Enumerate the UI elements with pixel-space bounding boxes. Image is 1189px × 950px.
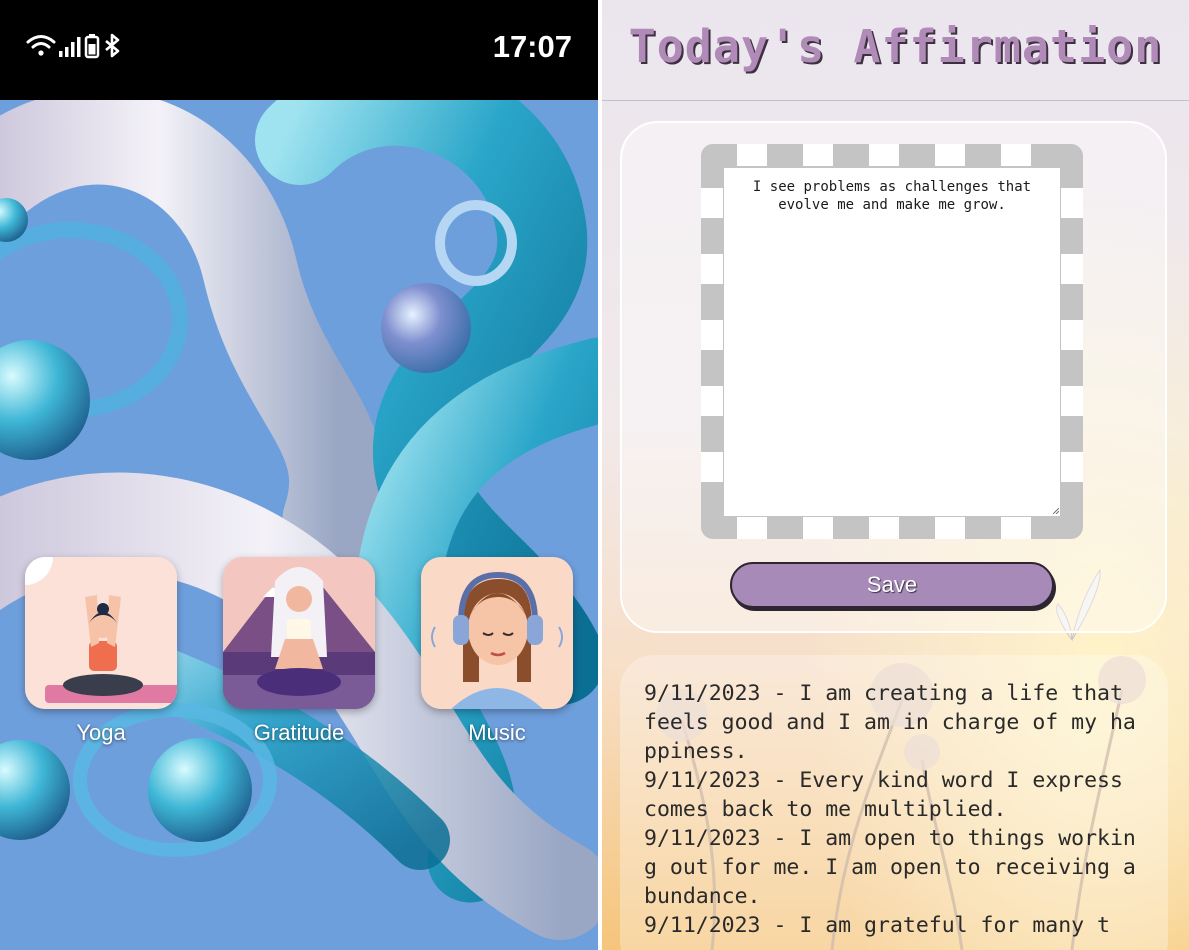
status-icons <box>26 33 120 59</box>
app-label-gratitude[interactable]: Gratitude <box>219 720 379 746</box>
signal-icon <box>59 37 81 57</box>
app-icon-music[interactable] <box>421 557 573 709</box>
history-entry: 9/11/2023 - I am open to things working … <box>644 826 1136 909</box>
save-button[interactable]: Save <box>730 562 1054 608</box>
affirmation-app: Today's Affirmation I see problems as ch… <box>602 0 1189 950</box>
battery-icon <box>84 34 100 59</box>
affirmation-history-list: 9/11/2023 - I am creating a life that fe… <box>644 679 1146 940</box>
bluetooth-icon <box>105 33 120 58</box>
history-entry: 9/11/2023 - Every kind word I express co… <box>644 768 1123 822</box>
screen: 17:07 Yoga Gratitude Music Today's Affir… <box>0 0 1189 950</box>
home-wallpaper <box>0 100 598 950</box>
history-entry: 9/11/2023 - I am creating a life that fe… <box>644 681 1136 764</box>
app-icon-gratitude[interactable] <box>223 557 375 709</box>
affirmation-textarea[interactable]: I see problems as challenges that evolve… <box>724 168 1060 516</box>
page-title: Today's Affirmation <box>628 20 1163 73</box>
app-header: Today's Affirmation <box>602 0 1189 101</box>
resize-grip-icon[interactable] <box>1053 508 1059 514</box>
app-label-yoga[interactable]: Yoga <box>21 720 181 746</box>
wifi-icon <box>26 35 56 56</box>
gratitude-icon <box>223 557 375 709</box>
phone-home-screen: 17:07 Yoga Gratitude Music <box>0 0 598 950</box>
app-label-music[interactable]: Music <box>417 720 577 746</box>
status-bar: 17:07 <box>0 0 598 100</box>
music-icon <box>421 557 573 709</box>
yoga-icon <box>25 557 177 709</box>
status-time: 17:07 <box>492 29 572 64</box>
affirmation-history-panel[interactable]: 9/11/2023 - I am creating a life that fe… <box>620 655 1168 950</box>
history-entry: 9/11/2023 - I am grateful for many t <box>644 913 1110 938</box>
app-icon-yoga[interactable] <box>25 557 177 709</box>
